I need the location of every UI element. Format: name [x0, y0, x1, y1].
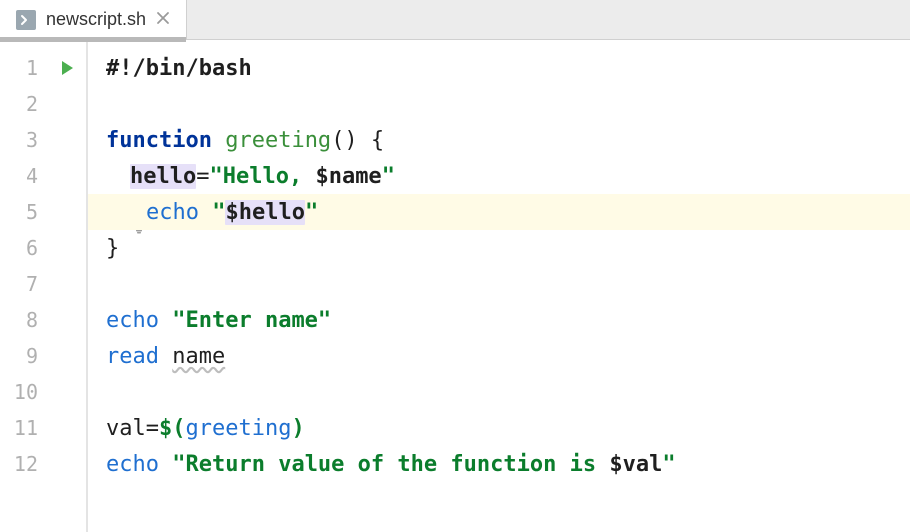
command-read: read	[106, 344, 159, 369]
code-line[interactable]: echo "Enter name"	[88, 302, 910, 338]
variable-ref: $hello	[225, 200, 304, 225]
read-arg: name	[172, 344, 225, 369]
string-text: Hello,	[223, 164, 316, 189]
tab-filename: newscript.sh	[46, 9, 146, 30]
punct: () {	[331, 128, 384, 153]
code-line[interactable]: read name	[88, 338, 910, 374]
line-number: 10	[0, 374, 48, 410]
gutter-marker-column	[48, 40, 88, 532]
variable-ref: $val	[609, 452, 662, 477]
function-name: greeting	[225, 128, 331, 153]
line-number: 5	[0, 194, 48, 230]
tab-bar: newscript.sh	[0, 0, 910, 40]
command-echo: echo	[106, 308, 159, 333]
variable-name: val	[106, 416, 146, 441]
code-line[interactable]: #!/bin/bash	[88, 50, 910, 86]
line-number: 4	[0, 158, 48, 194]
string-quote: "	[209, 164, 222, 189]
line-number: 11	[0, 410, 48, 446]
string-quote: "	[305, 200, 318, 225]
command-echo: echo	[106, 452, 159, 477]
code-line[interactable]: val=$(greeting)	[88, 410, 910, 446]
brace-close: }	[106, 236, 119, 261]
line-number: 12	[0, 446, 48, 482]
assign-op: =	[146, 416, 159, 441]
code-line[interactable]: }	[88, 230, 910, 266]
string-quote: "	[172, 452, 185, 477]
file-tab-newscript[interactable]: newscript.sh	[0, 0, 187, 39]
close-icon[interactable]	[156, 9, 170, 30]
code-line[interactable]	[88, 374, 910, 410]
function-call: greeting	[186, 416, 292, 441]
line-number: 9	[0, 338, 48, 374]
editor-root: newscript.sh 1 2 3 4 5 6 7 8 9 10 11 12	[0, 0, 910, 532]
line-number: 1	[0, 50, 48, 86]
string-text: Return value of the function is	[185, 452, 609, 477]
code-line[interactable]: function greeting() {	[88, 122, 910, 158]
assign-op: =	[196, 164, 209, 189]
keyword-function: function	[106, 128, 212, 153]
line-number: 3	[0, 122, 48, 158]
code-line[interactable]	[88, 266, 910, 302]
play-icon	[58, 59, 76, 77]
command-sub-close: )	[291, 416, 304, 441]
string-quote: "	[382, 164, 395, 189]
line-number: 7	[0, 266, 48, 302]
command-sub-open: $(	[159, 416, 186, 441]
line-number: 2	[0, 86, 48, 122]
code-area[interactable]: #!/bin/bash function greeting() { hello=…	[88, 40, 910, 532]
command-echo: echo	[146, 200, 199, 225]
variable-ref: $name	[315, 164, 381, 189]
code-line[interactable]	[88, 86, 910, 122]
terminal-file-icon	[16, 10, 36, 30]
editor-area: 1 2 3 4 5 6 7 8 9 10 11 12	[0, 40, 910, 532]
line-number-gutter[interactable]: 1 2 3 4 5 6 7 8 9 10 11 12	[0, 40, 48, 532]
code-line[interactable]: hello="Hello, $name"	[88, 158, 910, 194]
string-literal: "Enter name"	[172, 308, 331, 333]
line-number: 6	[0, 230, 48, 266]
shebang: #!/bin/bash	[106, 56, 252, 81]
string-quote: "	[662, 452, 675, 477]
lightbulb-icon[interactable]	[128, 164, 150, 186]
code-line[interactable]: echo "Return value of the function is $v…	[88, 446, 910, 482]
string-quote: "	[212, 200, 225, 225]
code-line-current[interactable]: echo "$hello"	[88, 194, 910, 230]
line-number: 8	[0, 302, 48, 338]
run-gutter-icon[interactable]	[48, 50, 86, 86]
